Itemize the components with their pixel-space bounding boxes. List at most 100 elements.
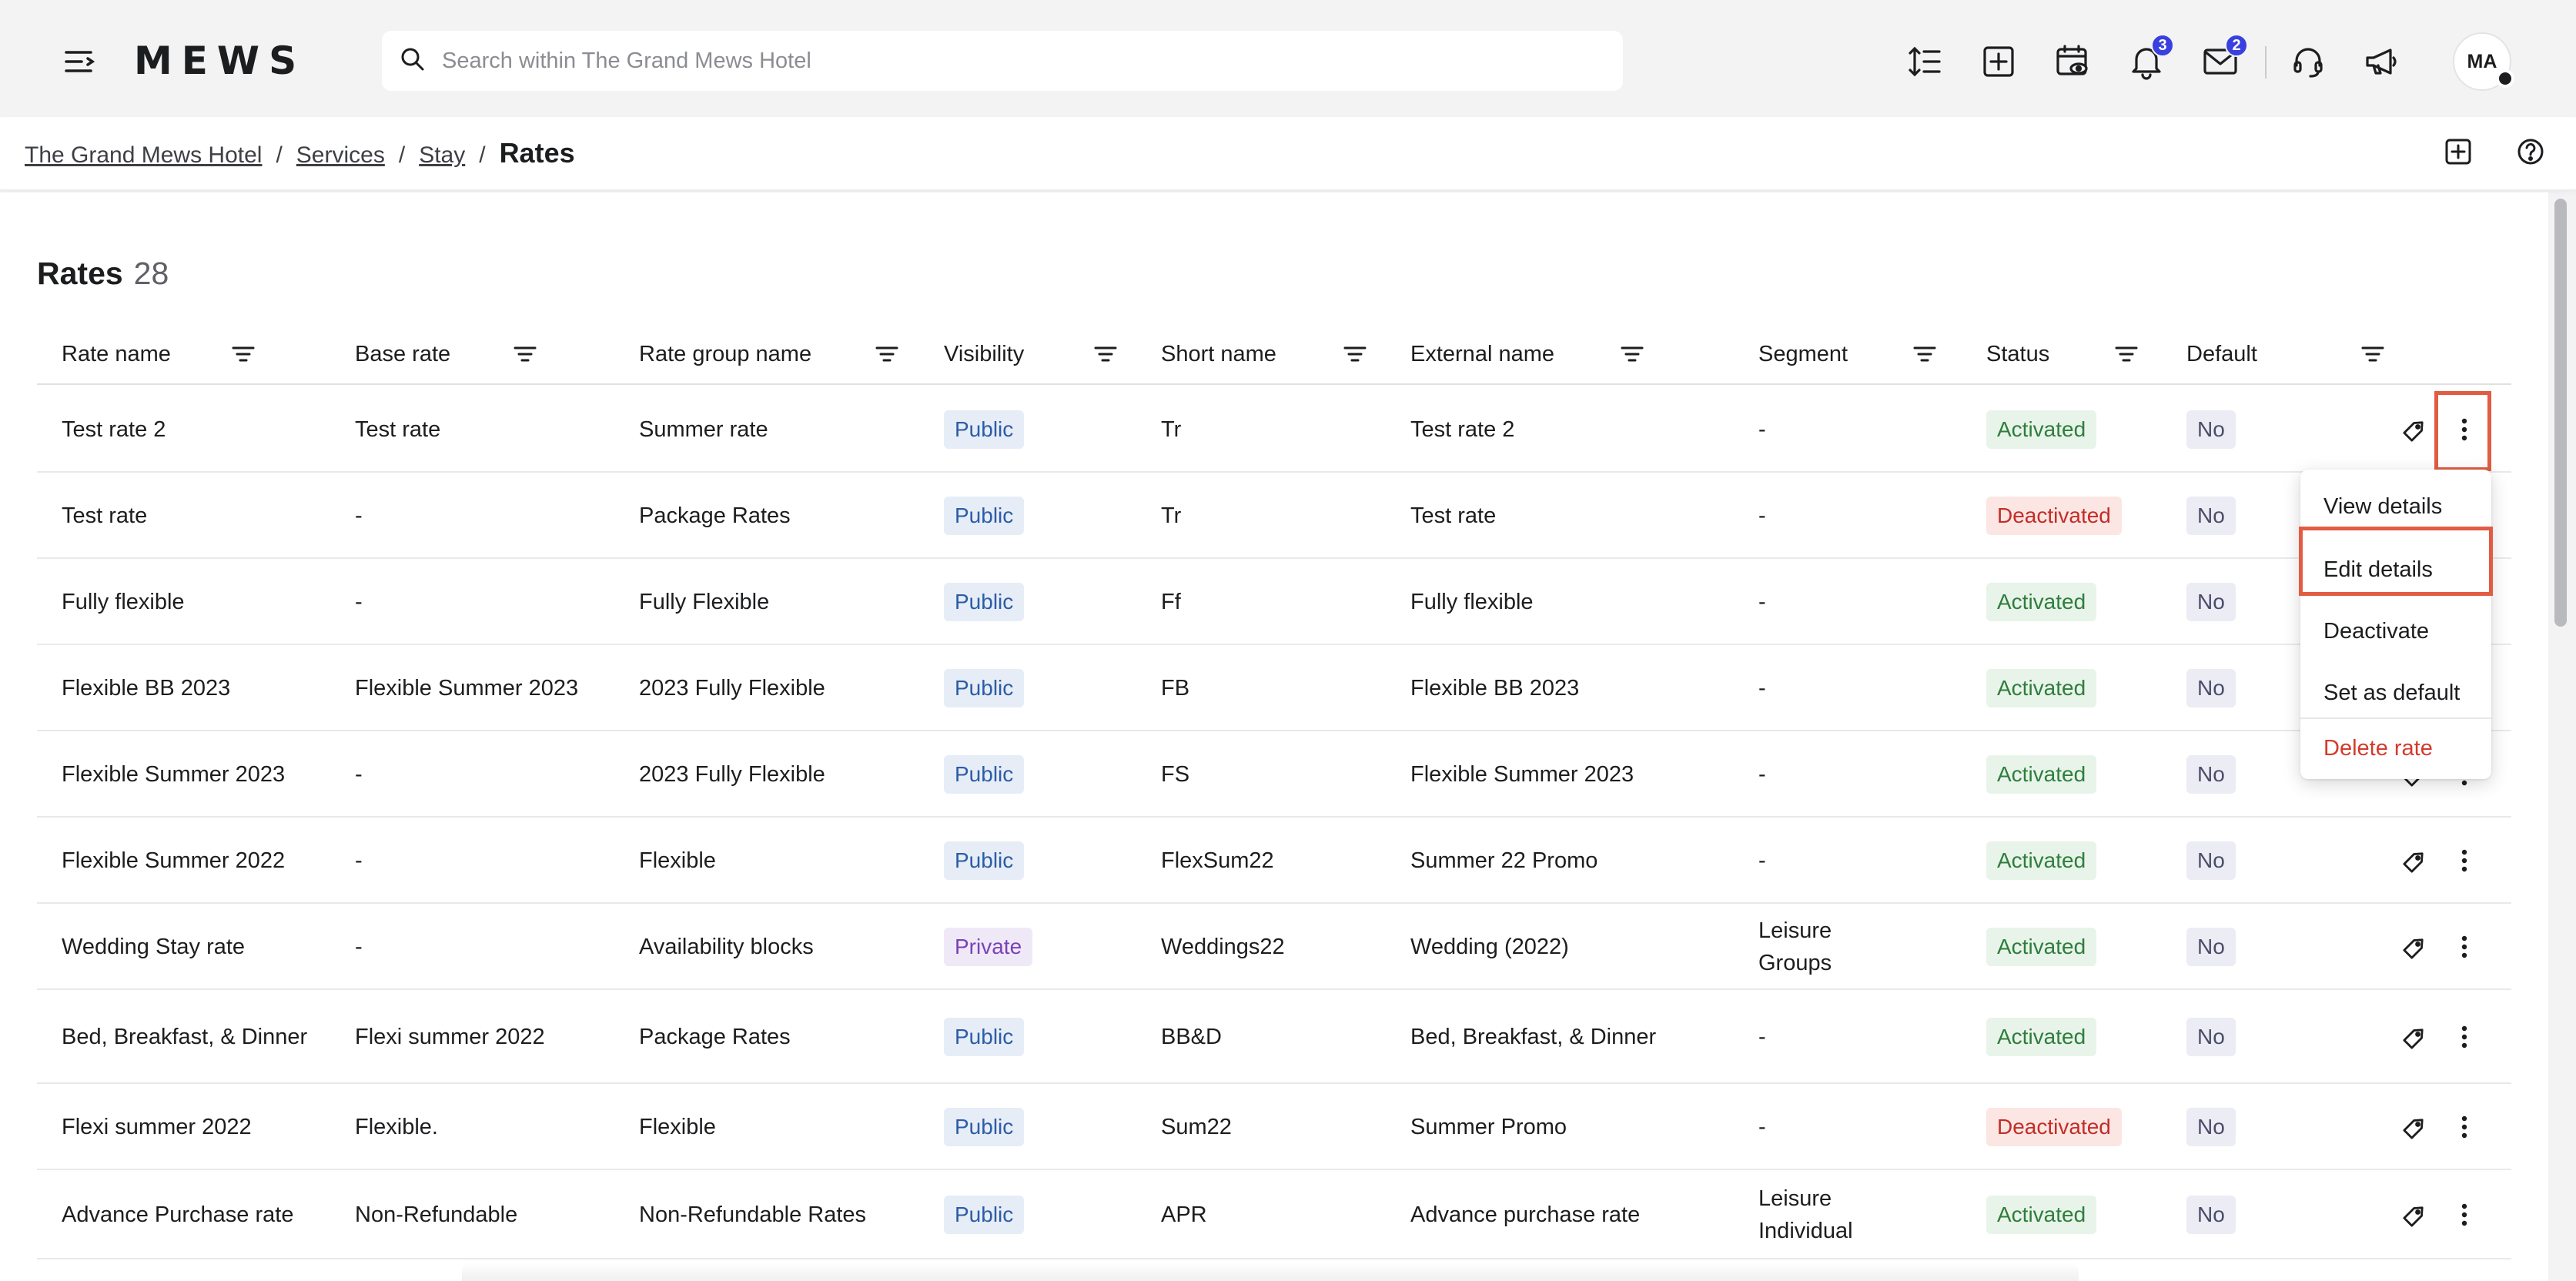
table-cell: Non-Refundable [355,1170,617,1259]
column-header-status[interactable]: Status [1986,323,2049,385]
filter-icon[interactable] [1341,340,1369,368]
breadcrumb-link-hotel[interactable]: The Grand Mews Hotel [25,142,262,169]
avatar-initials: MA [2467,50,2497,72]
menu-item-deactivate[interactable]: Deactivate [2323,608,2429,654]
filter-icon[interactable] [511,340,539,368]
user-avatar[interactable]: MA [2453,32,2514,91]
table-row[interactable]: Flexible Summer 2023 - 2023 Fully Flexible… [37,731,2511,818]
table-cell: Public [944,818,1025,904]
table-cell: Tr [1161,386,1181,473]
table-cell: Flexible Summer 2022 [62,818,308,904]
column-header-visibility[interactable]: Visibility [944,323,1024,385]
bottom-fade [462,1263,2079,1281]
table-cell: Sum22 [1161,1084,1232,1170]
filter-icon[interactable] [229,340,257,368]
table-cell: APR [1161,1170,1207,1259]
more-actions-icon[interactable] [2445,1196,2484,1234]
table-row[interactable]: Test rate - Package Rates Public Tr Test rate… [37,473,2511,559]
table-row[interactable]: Flexi summer 2022 Flexible. Flexible Public… [37,1084,2511,1170]
table-cell: No [2186,818,2236,904]
cell-visibility: Public [944,755,1025,794]
cell-short-name: FB [1161,676,1190,701]
table-cell: No [2186,904,2236,990]
filter-icon[interactable] [2359,340,2387,368]
add-rate-icon[interactable] [2442,135,2474,168]
table-row[interactable]: Test rate 2 Test rate Summer rate Public Tr T… [37,386,2511,473]
filter-icon[interactable] [1618,340,1646,368]
cell-segment: - [1758,417,1766,442]
price-tag-icon[interactable] [2396,410,2434,449]
breadcrumb-link-services[interactable]: Services [296,142,385,169]
price-tag-icon[interactable] [2396,1018,2434,1056]
menu-item-view-details[interactable]: View details [2323,483,2442,530]
price-tag-icon[interactable] [2396,841,2434,880]
line-height-icon[interactable] [1903,40,1946,83]
mews-logo[interactable]: MEWS [134,38,306,83]
column-header-rate-name[interactable]: Rate name [62,323,171,385]
column-header-short-name[interactable]: Short name [1161,323,1276,385]
cell-default: No [2186,841,2236,880]
cell-status: Deactivated [1986,497,2122,535]
table-cell: No [2186,1084,2236,1170]
search-bar[interactable] [382,31,1623,91]
add-new-icon[interactable] [1977,40,2020,83]
table-cell: Public [944,990,1025,1084]
more-actions-icon[interactable] [2445,410,2484,449]
table-row[interactable]: Advance Purchase rate Non-Refundable Non-R… [37,1170,2511,1259]
breadcrumb-separator: / [479,142,486,168]
support-headset-icon[interactable] [2287,40,2330,83]
vertical-scrollbar[interactable] [2554,199,2567,627]
table-cell: Fully flexible [62,559,308,645]
cell-rate-group-name: Non-Refundable Rates [639,1202,867,1227]
price-tag-icon[interactable] [2396,1196,2434,1234]
calendar-view-icon[interactable] [2051,40,2094,83]
announcements-megaphone-icon[interactable] [2360,40,2404,83]
breadcrumb-link-stay[interactable]: Stay [419,142,465,169]
table-cell: Flexible BB 2023 [62,645,308,731]
menu-item-set-as-default[interactable]: Set as default [2323,670,2460,716]
filter-icon[interactable] [873,340,901,368]
cell-segment: - [1758,762,1766,787]
cell-segment: - [1758,590,1766,614]
messages-mail-icon[interactable]: 2 [2199,34,2248,83]
notifications-bell-icon[interactable]: 3 [2125,34,2174,83]
table-cell: - [355,559,617,645]
table-row[interactable]: Flexible Summer 2022 - Flexible Public FlexS… [37,818,2511,904]
cell-default: No [2186,410,2236,449]
table-cell: Test rate 2 [1410,386,1718,473]
table-cell: Non-Refundable Rates [639,1170,924,1259]
menu-item-delete-rate[interactable]: Delete rate [2323,725,2433,771]
search-input[interactable] [442,48,1597,74]
table-cell: Public [944,1170,1025,1259]
cell-rate-name: Flexible Summer 2023 [62,762,286,787]
more-actions-icon[interactable] [2445,841,2484,880]
cell-status: Activated [1986,669,2097,707]
column-header-external-name[interactable]: External name [1410,323,1554,385]
filter-icon[interactable] [1911,340,1939,368]
table-cell: Flexible Summer 2023 [62,731,308,818]
cell-visibility: Public [944,669,1025,707]
more-actions-icon[interactable] [2445,1018,2484,1056]
cell-status: Activated [1986,841,2097,880]
more-actions-icon[interactable] [2445,1108,2484,1146]
menu-item-edit-details[interactable]: Edit details [2323,547,2433,593]
price-tag-icon[interactable] [2396,1108,2434,1146]
table-row[interactable]: Wedding Stay rate - Availability blocks Pri… [37,904,2511,990]
menu-toggle-icon[interactable] [62,43,99,80]
main-content: Rates 28 Rate name Base rate Rate group n… [0,192,2548,1281]
table-row[interactable]: Fully flexible - Fully Flexible Public Ff Ful… [37,559,2511,645]
table-row[interactable]: Bed, Breakfast, & Dinner Flexi summer 202… [37,990,2511,1084]
filter-icon[interactable] [1092,340,1119,368]
cell-short-name: BB&D [1161,1025,1222,1049]
column-header-default[interactable]: Default [2186,323,2257,385]
filter-icon[interactable] [2113,340,2140,368]
column-header-rate-group-name[interactable]: Rate group name [639,323,811,385]
help-icon[interactable] [2514,135,2547,168]
more-actions-icon[interactable] [2445,928,2484,966]
column-header-base-rate[interactable]: Base rate [355,323,450,385]
table-cell: Package Rates [639,990,924,1084]
price-tag-icon[interactable] [2396,928,2434,966]
table-row[interactable]: Flexible BB 2023 Flexible Summer 2023 2023… [37,645,2511,731]
cell-visibility: Public [944,497,1025,535]
column-header-segment[interactable]: Segment [1758,323,1848,385]
